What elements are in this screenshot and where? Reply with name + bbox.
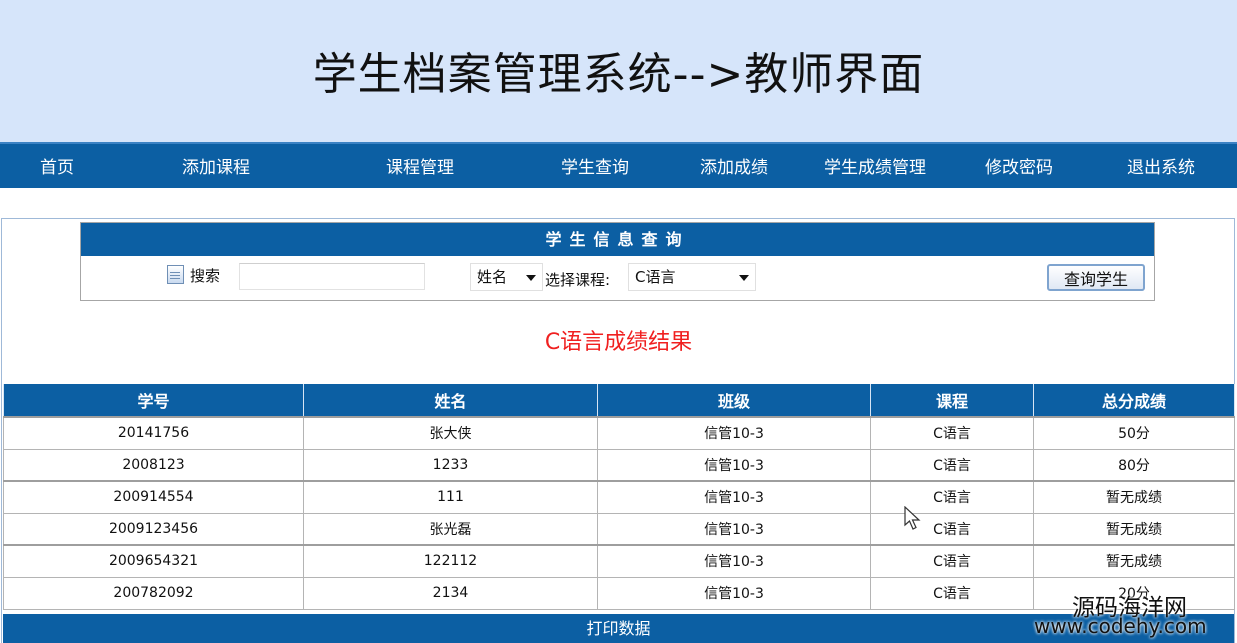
nav-item-student-query[interactable]: 学生查询 — [561, 153, 629, 178]
cell-score: 暂无成绩 — [1033, 544, 1235, 578]
query-student-button[interactable]: 查询学生 — [1047, 264, 1145, 291]
chevron-down-icon — [739, 275, 749, 281]
chevron-down-icon — [526, 275, 536, 281]
cell-course: C语言 — [870, 448, 1034, 482]
grades-table: 学号 姓名 班级 课程 总分成绩 20141756 张大侠 信管10-3 C语言… — [3, 384, 1235, 610]
nav-item-logout[interactable]: 退出系统 — [1127, 153, 1195, 178]
table-row: 200782092 2134 信管10-3 C语言 20分 — [3, 576, 1235, 610]
mouse-cursor-icon — [904, 506, 921, 530]
cell-course: C语言 — [870, 512, 1034, 546]
course-select[interactable]: C语言 — [628, 263, 756, 291]
cell-student-id: 200782092 — [3, 576, 304, 610]
cell-score: 暂无成绩 — [1033, 512, 1235, 546]
result-title: C语言成绩结果 — [544, 330, 693, 355]
column-header-course: 课程 — [870, 384, 1034, 417]
table-row: 20141756 张大侠 信管10-3 C语言 50分 — [3, 416, 1235, 450]
table-row: 2009123456 张光磊 信管10-3 C语言 暂无成绩 — [3, 512, 1235, 546]
course-select-value: C语言 — [635, 268, 676, 286]
nav-item-add-course[interactable]: 添加课程 — [182, 153, 250, 178]
page-header: 学生档案管理系统-->教师界面 — [0, 0, 1237, 142]
search-input[interactable] — [239, 263, 425, 290]
table-row: 200914554 111 信管10-3 C语言 暂无成绩 — [3, 480, 1235, 514]
cell-class: 信管10-3 — [597, 480, 871, 514]
column-header-total-score: 总分成绩 — [1033, 384, 1235, 417]
search-field-select-value: 姓名 — [477, 268, 508, 286]
cell-name: 张大侠 — [303, 416, 598, 450]
nav-item-grade-management[interactable]: 学生成绩管理 — [824, 153, 926, 178]
cell-student-id: 2009654321 — [3, 544, 304, 578]
nav-item-course-management[interactable]: 课程管理 — [386, 153, 454, 178]
page-title: 学生档案管理系统-->教师界面 — [312, 49, 925, 100]
table-row: 2008123 1233 信管10-3 C语言 80分 — [3, 448, 1235, 482]
cell-student-id: 2008123 — [3, 448, 304, 482]
nav-item-home[interactable]: 首页 — [40, 153, 74, 178]
search-label: 搜索 — [190, 267, 221, 285]
table-header-row: 学号 姓名 班级 课程 总分成绩 — [3, 384, 1235, 417]
search-panel: 学生信息查询 搜索 姓名 选择课程: C语言 查询学生 — [80, 222, 1155, 301]
cell-name: 张光磊 — [303, 512, 598, 546]
cell-student-id: 2009123456 — [3, 512, 304, 546]
cell-name: 111 — [303, 480, 598, 514]
search-panel-title: 学生信息查询 — [81, 223, 1154, 256]
cell-score: 暂无成绩 — [1033, 480, 1235, 514]
cell-course: C语言 — [870, 416, 1034, 450]
column-header-name: 姓名 — [303, 384, 598, 417]
cell-course: C语言 — [870, 576, 1034, 610]
column-header-class: 班级 — [597, 384, 871, 417]
cell-class: 信管10-3 — [597, 576, 871, 610]
column-header-student-id: 学号 — [3, 384, 304, 417]
cell-course: C语言 — [870, 544, 1034, 578]
cell-name: 122112 — [303, 544, 598, 578]
nav-item-change-password[interactable]: 修改密码 — [985, 153, 1053, 178]
cell-score: 80分 — [1033, 448, 1235, 482]
cell-student-id: 200914554 — [3, 480, 304, 514]
course-label: 选择课程: — [545, 271, 611, 289]
cell-class: 信管10-3 — [597, 416, 871, 450]
watermark-url: www.codehy.com — [1034, 614, 1207, 638]
cell-class: 信管10-3 — [597, 512, 871, 546]
table-row: 2009654321 122112 信管10-3 C语言 暂无成绩 — [3, 544, 1235, 578]
cell-class: 信管10-3 — [597, 448, 871, 482]
nav-item-add-grade[interactable]: 添加成绩 — [700, 153, 768, 178]
cell-class: 信管10-3 — [597, 544, 871, 578]
main-nav: 首页 添加课程 课程管理 学生查询 添加成绩 学生成绩管理 修改密码 退出系统 — [0, 142, 1237, 188]
search-icon — [167, 265, 184, 284]
search-field-select[interactable]: 姓名 — [470, 263, 543, 291]
cell-name: 2134 — [303, 576, 598, 610]
cell-student-id: 20141756 — [3, 416, 304, 450]
cell-score: 50分 — [1033, 416, 1235, 450]
cell-name: 1233 — [303, 448, 598, 482]
cell-course: C语言 — [870, 480, 1034, 514]
